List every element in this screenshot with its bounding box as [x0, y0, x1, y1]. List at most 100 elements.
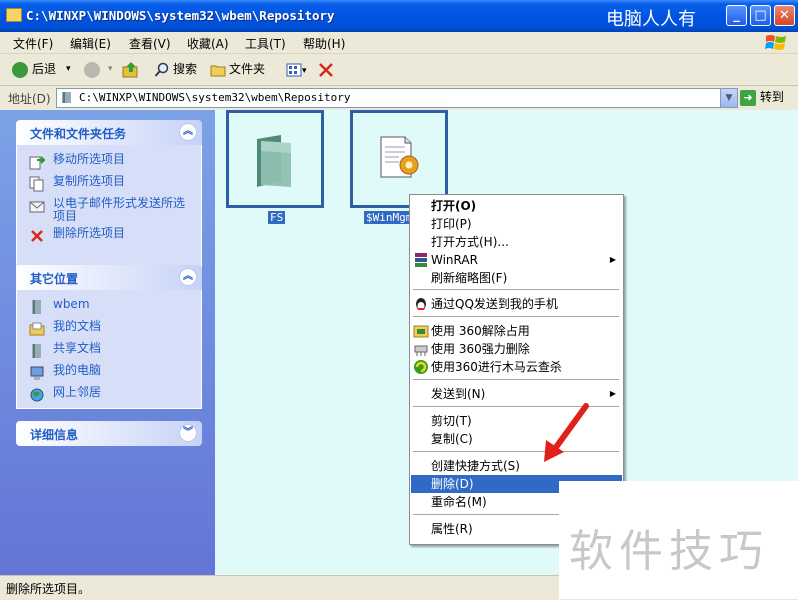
back-arrow-icon — [12, 61, 28, 78]
search-label: 搜索 — [173, 62, 198, 76]
shredder-icon — [414, 345, 428, 356]
maximize-button[interactable]: □ — [750, 5, 771, 26]
search-icon — [154, 62, 169, 77]
submenu-arrow-icon: ▶ — [609, 255, 616, 264]
menu-tools[interactable]: 工具(T) — [245, 35, 286, 52]
menu-item-send-to[interactable]: 发送到(N) ▶ — [411, 385, 622, 403]
address-label: 地址(D) — [8, 92, 51, 106]
file-thumbnail[interactable] — [226, 110, 324, 208]
move-items-link[interactable]: 移动所选项目 — [29, 153, 193, 173]
status-text: 删除所选项目。 — [6, 582, 91, 596]
menu-item-360-unlock[interactable]: 使用 360解除占用 — [411, 322, 622, 340]
delete-items-label: 删除所选项目 — [53, 226, 126, 240]
minimize-button[interactable]: _ — [726, 5, 747, 26]
folders-label: 文件夹 — [229, 62, 266, 76]
window-title: C:\WINXP\WINDOWS\system32\wbem\Repositor… — [26, 8, 335, 23]
folder-icon — [257, 135, 291, 187]
place-shared-documents-link[interactable]: 共享文档 — [29, 342, 193, 362]
folder-icon — [62, 92, 71, 103]
views-button[interactable]: ▾ — [286, 59, 307, 79]
forward-button[interactable] — [84, 59, 104, 79]
details-header[interactable]: 详细信息 ︾ — [16, 421, 202, 446]
go-button[interactable]: ➜ 转到 — [740, 88, 784, 107]
menu-item-refresh-thumbnail[interactable]: 刷新缩略图(F) — [411, 269, 622, 287]
unlock-icon — [413, 325, 429, 338]
delete-items-link[interactable]: 删除所选项目 — [29, 227, 193, 247]
menu-item-qq-send[interactable]: 通过QQ发送到我的手机 — [411, 295, 622, 313]
task-pane: 文件和文件夹任务 ︽ 移动所选项目 复制所选项目 以电子邮件形式发送所选项目 删… — [0, 110, 215, 575]
place-my-computer-label: 我的电脑 — [53, 363, 102, 377]
menu-separator — [413, 379, 619, 380]
place-wbem-link[interactable]: wbem — [29, 298, 193, 318]
collapse-chevron-icon[interactable]: ︽ — [179, 123, 197, 141]
watermark-text: 软件技巧 — [569, 526, 769, 577]
menu-item-open[interactable]: 打开(O) — [411, 197, 622, 215]
menu-item-360-force-delete[interactable]: 使用 360强力删除 — [411, 340, 622, 358]
place-wbem-label: wbem — [53, 297, 90, 311]
address-dropdown-button[interactable]: ▼ — [720, 89, 737, 107]
config-file-icon — [380, 136, 419, 178]
address-value: C:\WINXP\WINDOWS\system32\wbem\Repositor… — [79, 91, 351, 104]
other-places-header[interactable]: 其它位置 ︽ — [16, 265, 202, 290]
delete-x-icon — [319, 62, 333, 77]
place-my-computer-link[interactable]: 我的电脑 — [29, 364, 193, 384]
views-dropdown[interactable]: ▾ — [302, 66, 307, 76]
email-icon — [29, 201, 45, 213]
search-button[interactable]: 搜索 — [154, 59, 197, 79]
go-arrow-icon: ➜ — [740, 89, 756, 106]
menu-item-print[interactable]: 打印(P) — [411, 215, 622, 233]
close-button[interactable]: ✕ — [774, 5, 795, 26]
menu-item-360-trojan-scan[interactable]: 使用360进行木马云查杀 — [411, 358, 622, 376]
place-network-label: 网上邻居 — [53, 385, 102, 399]
email-items-label: 以电子邮件形式发送所选项目 — [53, 196, 186, 223]
status-bar: 删除所选项目。 — [0, 575, 559, 600]
address-input[interactable]: C:\WINXP\WINDOWS\system32\wbem\Repositor… — [56, 88, 738, 108]
up-folder-button[interactable] — [122, 59, 140, 79]
submenu-arrow-icon: ▶ — [609, 389, 616, 398]
title-watermark: 电脑人人有 — [606, 9, 696, 30]
title-bar[interactable]: C:\WINXP\WINDOWS\system32\wbem\Repositor… — [0, 0, 798, 32]
menu-file[interactable]: 文件(F) — [13, 35, 53, 52]
collapse-chevron-icon[interactable]: ︽ — [179, 268, 197, 286]
folder-icon — [32, 300, 41, 314]
details-title: 详细信息 — [30, 428, 79, 442]
file-tasks-header[interactable]: 文件和文件夹任务 ︽ — [16, 120, 202, 145]
menu-edit[interactable]: 编辑(E) — [70, 35, 111, 52]
folders-button[interactable]: 文件夹 — [210, 59, 265, 79]
back-button[interactable]: 后退 — [12, 59, 56, 79]
delete-x-icon — [31, 230, 43, 242]
place-shared-documents-label: 共享文档 — [53, 341, 102, 355]
menu-help[interactable]: 帮助(H) — [303, 35, 345, 52]
file-name[interactable]: $WinMgm — [364, 211, 415, 224]
copy-items-link[interactable]: 复制所选项目 — [29, 175, 193, 195]
file-name[interactable]: FS — [268, 211, 286, 224]
copy-items-label: 复制所选项目 — [53, 174, 126, 188]
folder-icon — [6, 8, 22, 22]
up-folder-icon — [122, 61, 138, 77]
menu-item-winrar[interactable]: WinRAR ▶ — [411, 251, 622, 269]
watermark-overlay: 软件技巧 — [559, 481, 798, 599]
menu-favorites[interactable]: 收藏(A) — [187, 35, 229, 52]
documents-folder-icon — [29, 322, 45, 336]
windows-logo-icon — [765, 35, 786, 50]
menu-separator — [413, 289, 619, 290]
back-label: 后退 — [32, 62, 57, 76]
file-tasks-title: 文件和文件夹任务 — [30, 127, 127, 141]
expand-chevron-icon[interactable]: ︾ — [179, 424, 197, 442]
email-items-link[interactable]: 以电子邮件形式发送所选项目 — [29, 197, 193, 225]
forward-dropdown[interactable]: ▾ — [108, 59, 113, 79]
toolbar: 后退 ▾ ▾ 搜索 文件夹 ▾ — [0, 54, 798, 86]
views-icon — [286, 63, 302, 76]
place-my-documents-label: 我的文档 — [53, 319, 102, 333]
back-dropdown[interactable]: ▾ — [66, 59, 71, 79]
folders-icon — [210, 65, 226, 76]
go-label: 转到 — [759, 90, 784, 104]
menu-item-open-with[interactable]: 打开方式(H)... — [411, 233, 622, 251]
delete-toolbar-button[interactable] — [318, 59, 334, 79]
network-globe-icon — [30, 388, 44, 402]
place-my-documents-link[interactable]: 我的文档 — [29, 320, 193, 340]
menu-view[interactable]: 查看(V) — [129, 35, 171, 52]
forward-arrow-icon — [84, 61, 100, 78]
place-network-link[interactable]: 网上邻居 — [29, 386, 193, 406]
other-places-title: 其它位置 — [30, 272, 79, 286]
